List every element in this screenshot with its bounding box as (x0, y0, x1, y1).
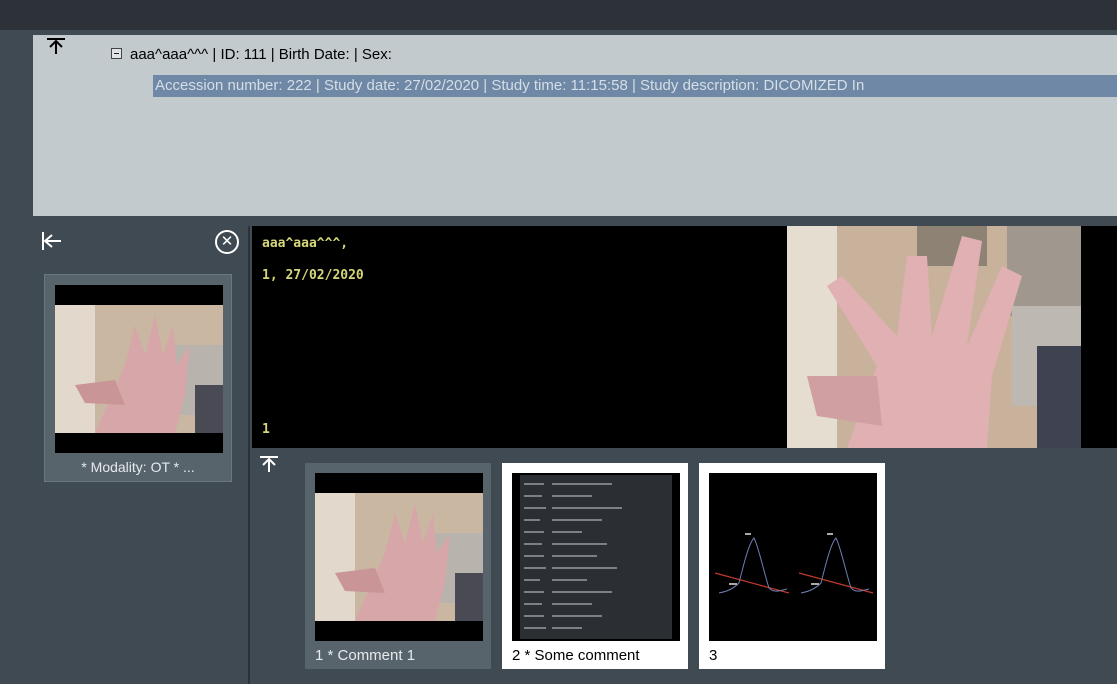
instance-preview-image (315, 473, 483, 641)
viewer-image (787, 226, 1081, 448)
overlay-patient-name: aaa^aaa^^^, (262, 236, 349, 251)
series-preview-image (55, 285, 223, 453)
instance-thumbnail[interactable]: 1 * Comment 1 (305, 463, 491, 669)
image-viewer[interactable]: aaa^aaa^^^, 1, 27/02/2020 1 (252, 226, 1117, 448)
collapse-left-icon[interactable] (41, 230, 63, 256)
series-label: * Modality: OT * ... (81, 459, 195, 475)
instance-preview-image (709, 473, 877, 641)
tree-minus-icon[interactable] (111, 48, 122, 59)
instances-panel: 1 * Comment 1 2 * Some comment 3 (252, 450, 1117, 684)
instance-preview-image (512, 473, 680, 641)
overlay-index: 1 (262, 422, 270, 437)
collapse-up-icon[interactable] (45, 37, 67, 55)
instance-thumbnail[interactable]: 2 * Some comment (502, 463, 688, 669)
instance-label: 2 * Some comment (512, 647, 640, 664)
collapse-up-icon[interactable] (258, 455, 280, 476)
close-circle-icon[interactable]: ✕ (215, 230, 239, 254)
instance-label: 3 (709, 647, 718, 664)
study-tree-row[interactable]: Accession number: 222 | Study date: 27/0… (153, 75, 1117, 97)
overlay-id-date: 1, 27/02/2020 (262, 268, 364, 283)
instance-thumbnail[interactable]: 3 (699, 463, 885, 669)
instance-label: 1 * Comment 1 (315, 647, 416, 664)
patient-tree-row[interactable]: aaa^aaa^^^ | ID: 111 | Birth Date: | Sex… (111, 46, 392, 63)
series-thumbnail[interactable]: * Modality: OT * ... (44, 274, 232, 482)
patient-info-label: aaa^aaa^^^ | ID: 111 | Birth Date: | Sex… (130, 46, 392, 63)
series-panel: ✕ * Modality: OT * ... (33, 226, 250, 684)
patient-tree-panel: aaa^aaa^^^ | ID: 111 | Birth Date: | Sex… (33, 35, 1117, 216)
top-bar (0, 0, 1117, 30)
